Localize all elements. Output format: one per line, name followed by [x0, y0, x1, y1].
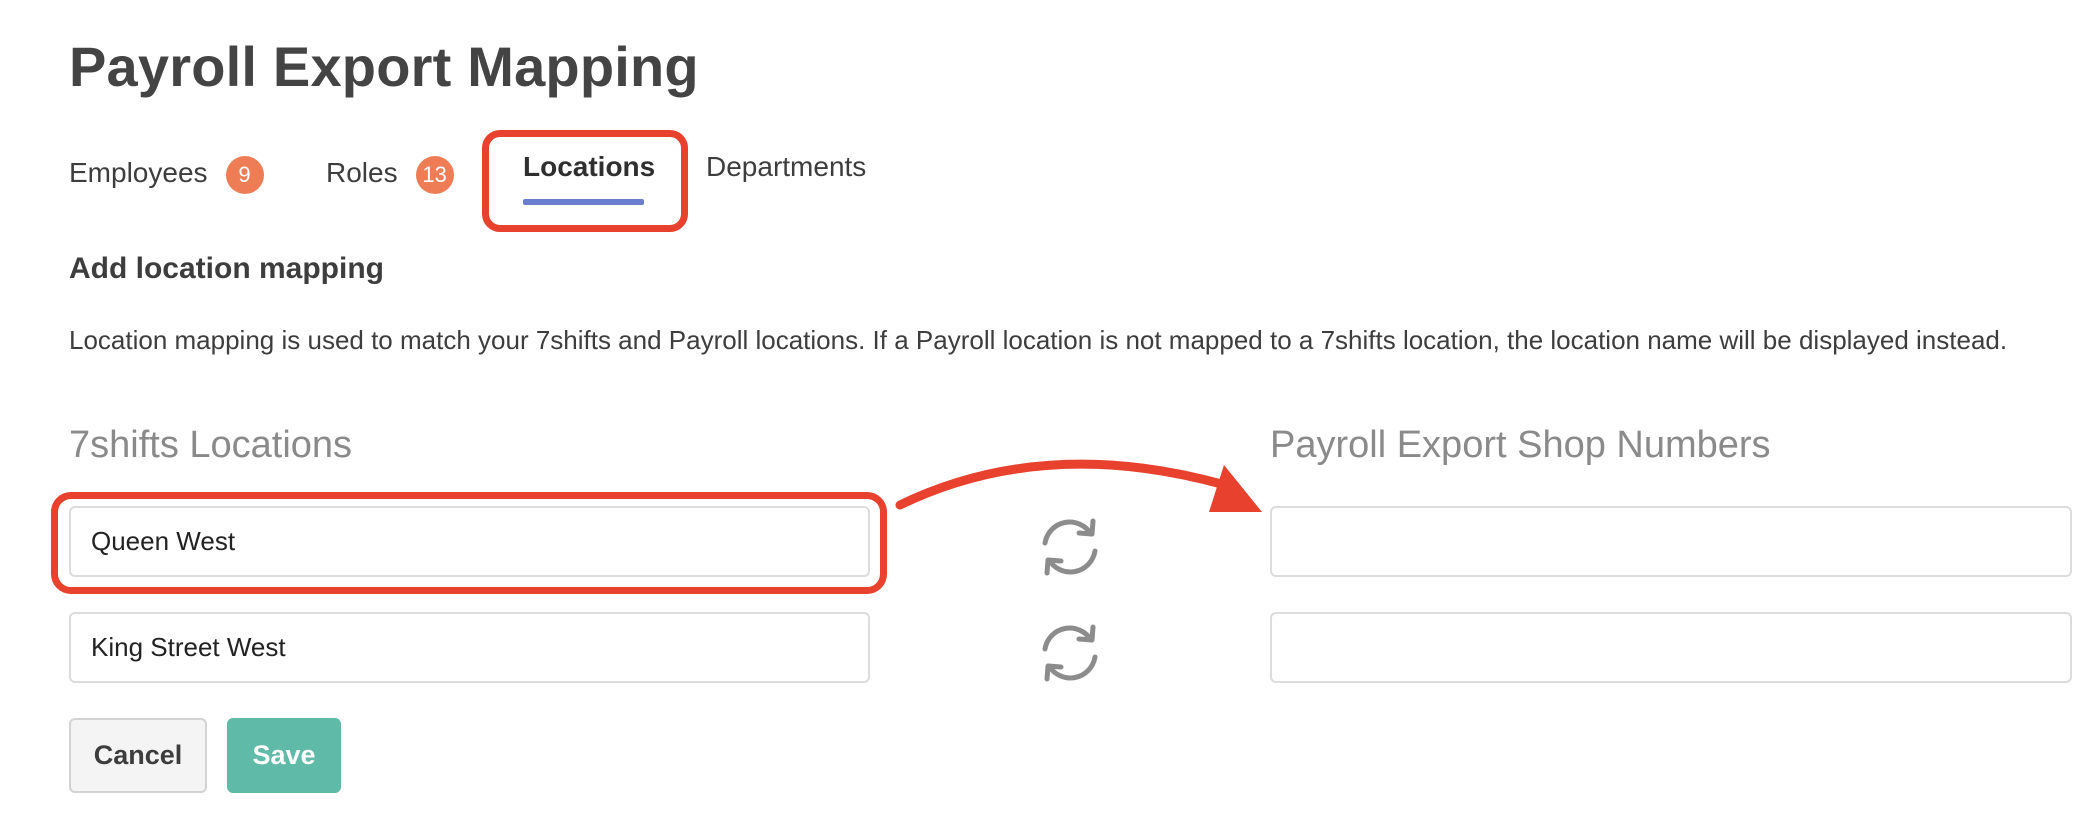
shop-number-field-king-street-west[interactable] — [1270, 612, 2072, 683]
tab-roles[interactable]: Roles 13 — [326, 156, 454, 194]
page-title: Payroll Export Mapping — [69, 35, 699, 98]
tab-departments[interactable]: Departments — [706, 151, 866, 183]
roles-count-badge: 13 — [415, 156, 454, 194]
location-field-king-street-west[interactable] — [69, 612, 870, 683]
mapping-description: Location mapping is used to match your 7… — [69, 325, 2008, 355]
tab-departments-label: Departments — [706, 151, 867, 182]
cancel-button[interactable]: Cancel — [69, 718, 207, 793]
shop-numbers-column-title: Payroll Export Shop Numbers — [1270, 424, 1771, 466]
shop-number-field-queen-west[interactable] — [1270, 506, 2072, 577]
employees-count-badge: 9 — [225, 156, 264, 194]
arrow-icon — [895, 459, 1262, 512]
section-heading: Add location mapping — [69, 252, 384, 285]
tab-employees-label: Employees — [69, 157, 208, 189]
tab-employees[interactable]: Employees 9 — [69, 156, 264, 194]
save-button[interactable]: Save — [227, 718, 341, 793]
annotation-highlight-queen-west — [51, 492, 887, 594]
tab-roles-label: Roles — [326, 157, 398, 189]
locations-column-title: 7shifts Locations — [69, 424, 353, 466]
sync-icon[interactable] — [1036, 619, 1104, 687]
annotation-highlight-locations-tab — [482, 130, 688, 232]
